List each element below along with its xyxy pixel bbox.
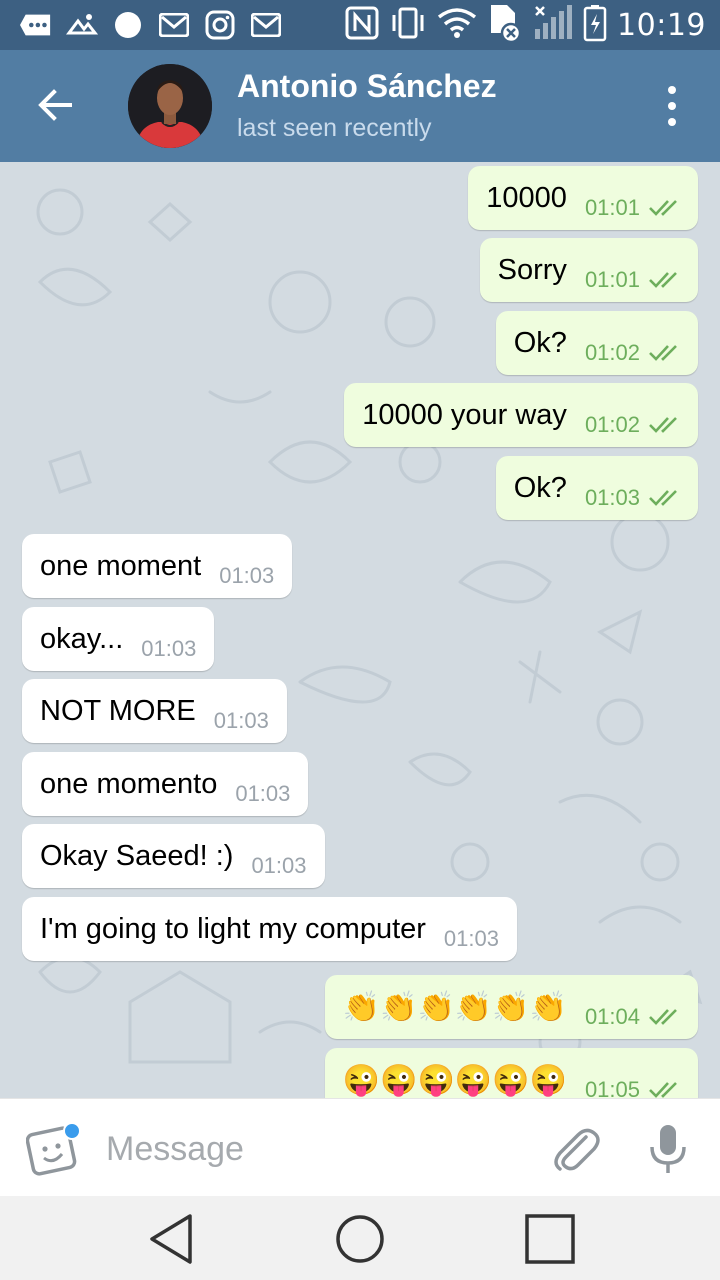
nav-back-button[interactable] [144, 1212, 198, 1266]
message-text: Ok? [513, 326, 567, 359]
message-time: 01:03 [141, 636, 197, 661]
nfc-icon [345, 6, 379, 45]
message-bubble-outgoing[interactable]: 10000 01:01 [468, 166, 698, 230]
message-text: okay... [40, 622, 124, 655]
circle-icon [112, 10, 144, 40]
gmail-icon [250, 10, 282, 40]
sticker-button[interactable] [25, 1121, 86, 1177]
read-ticks-icon [649, 345, 677, 361]
last-seen-status: last seen recently [237, 114, 432, 142]
message-bubble-incoming[interactable]: NOT MORE 01:03 [22, 679, 287, 743]
microphone-icon [650, 1125, 686, 1173]
instagram-icon [204, 10, 236, 40]
message-time: 01:01 [584, 195, 640, 220]
system-navigation-bar [0, 1196, 720, 1280]
message-time: 01:03 [443, 926, 499, 951]
paperclip-icon [554, 1128, 600, 1171]
message-text: Ok? [513, 471, 567, 504]
message-text: one momento [40, 767, 218, 800]
message-time: 01:03 [219, 563, 275, 588]
battery-icon [583, 4, 607, 47]
message-text: NOT MORE [40, 694, 196, 727]
nav-recents-button[interactable] [523, 1212, 577, 1266]
sim-icon [487, 3, 523, 48]
message-text: Sorry [497, 253, 567, 286]
circle-home-icon [336, 1215, 384, 1263]
message-bubble-incoming[interactable]: one momento 01:03 [22, 752, 309, 816]
more-options-button[interactable] [652, 82, 692, 130]
message-bubble-incoming[interactable]: okay... 01:03 [22, 607, 215, 671]
triangle-back-icon [150, 1214, 192, 1264]
status-bar: 10:19 [0, 0, 720, 50]
sticker-icon [25, 1122, 81, 1176]
message-time: 01:03 [235, 781, 291, 806]
more-icon [20, 10, 52, 40]
message-bubble-incoming[interactable]: Okay Saeed! :) 01:03 [22, 824, 325, 888]
message-time: 01:01 [584, 267, 640, 292]
read-ticks-icon [649, 1082, 677, 1098]
status-time: 10:19 [617, 7, 706, 43]
wifi-icon [437, 7, 477, 44]
voice-record-button[interactable] [646, 1123, 690, 1175]
message-bubble-outgoing[interactable]: Ok? 01:03 [495, 456, 698, 520]
kebab-menu-icon [668, 86, 676, 126]
signal-icon [533, 4, 573, 46]
chat-header: Antonio Sánchez last seen recently [0, 50, 720, 162]
message-bubble-outgoing[interactable]: Ok? 01:02 [495, 311, 698, 375]
chat-area[interactable]: 10000 01:01 Sorry 01:01 Ok? 01:02 10000 … [0, 162, 720, 1098]
read-ticks-icon [649, 417, 677, 433]
message-input[interactable] [104, 1125, 528, 1173]
read-ticks-icon [649, 200, 677, 216]
read-ticks-icon [649, 1009, 677, 1025]
read-ticks-icon [649, 272, 677, 288]
message-bubble-incoming[interactable]: I'm going to light my computer 01:03 [22, 897, 517, 961]
message-text: one moment [40, 549, 202, 582]
message-time: 01:02 [584, 412, 640, 437]
message-time: 01:02 [584, 340, 640, 365]
gmail-icon [158, 10, 190, 40]
message-text: 😜😜😜😜😜😜 [342, 1063, 567, 1097]
message-text: I'm going to light my computer [40, 912, 426, 945]
message-time: 01:04 [584, 1004, 640, 1029]
message-bubble-incoming[interactable]: one moment 01:03 [22, 534, 293, 598]
back-arrow-icon [38, 89, 72, 121]
message-input-bar [0, 1098, 720, 1197]
message-bubble-outgoing[interactable]: 10000 your way 01:02 [344, 383, 698, 447]
back-button[interactable] [30, 80, 80, 130]
message-text: 10000 your way [362, 398, 567, 431]
message-text: Okay Saeed! :) [40, 839, 234, 872]
message-time: 01:03 [251, 853, 307, 878]
message-text: 👏👏👏👏👏👏 [342, 990, 567, 1024]
message-time: 01:03 [584, 485, 640, 510]
attach-button[interactable] [548, 1123, 600, 1175]
message-time: 01:05 [584, 1077, 640, 1098]
square-recents-icon [525, 1214, 575, 1264]
read-ticks-icon [649, 490, 677, 506]
message-bubble-outgoing[interactable]: 😜😜😜😜😜😜 01:05 [324, 1048, 698, 1098]
photo-icon [66, 10, 98, 40]
vibrate-icon [389, 5, 427, 46]
message-text: 10000 [486, 181, 567, 214]
avatar[interactable] [128, 64, 212, 148]
message-bubble-outgoing[interactable]: Sorry 01:01 [479, 238, 698, 302]
message-bubble-outgoing[interactable]: 👏👏👏👏👏👏 01:04 [324, 975, 698, 1039]
message-time: 01:03 [213, 708, 269, 733]
contact-name[interactable]: Antonio Sánchez [237, 68, 497, 105]
nav-home-button[interactable] [333, 1212, 387, 1266]
